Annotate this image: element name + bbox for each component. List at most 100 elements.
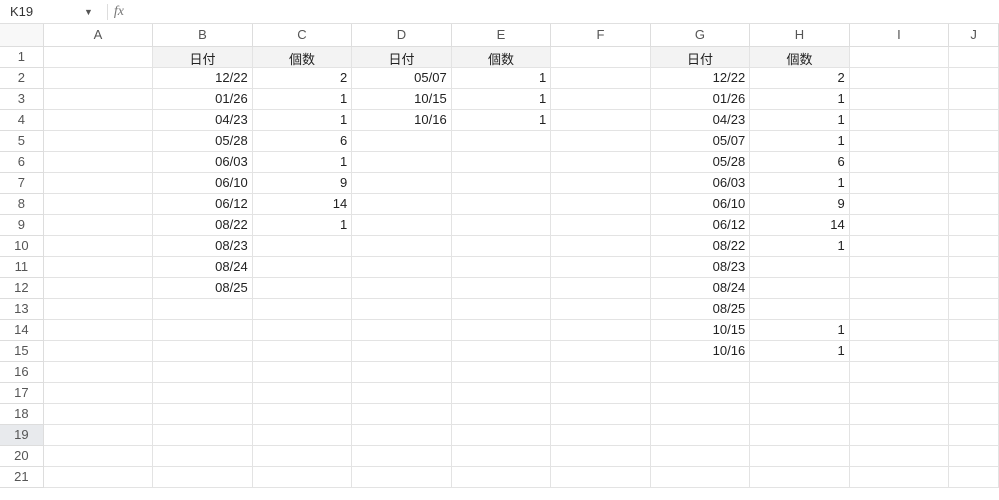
row-header-18[interactable]: 18 bbox=[0, 404, 44, 425]
cell-I5[interactable] bbox=[850, 131, 950, 152]
cell-C14[interactable] bbox=[253, 320, 353, 341]
cell-H11[interactable] bbox=[750, 257, 850, 278]
cell-A2[interactable] bbox=[44, 68, 153, 89]
column-header-C[interactable]: C bbox=[253, 24, 353, 47]
cell-E18[interactable] bbox=[452, 404, 552, 425]
cell-J7[interactable] bbox=[949, 173, 999, 194]
cell-A1[interactable] bbox=[44, 47, 153, 68]
row-header-4[interactable]: 4 bbox=[0, 110, 44, 131]
cell-J3[interactable] bbox=[949, 89, 999, 110]
row-header-13[interactable]: 13 bbox=[0, 299, 44, 320]
cell-J18[interactable] bbox=[949, 404, 999, 425]
cell-D2[interactable]: 05/07 bbox=[352, 68, 452, 89]
cell-J15[interactable] bbox=[949, 341, 999, 362]
cell-F21[interactable] bbox=[551, 467, 651, 488]
cell-H1[interactable]: 個数 bbox=[750, 47, 850, 68]
cell-I1[interactable] bbox=[850, 47, 950, 68]
cell-C20[interactable] bbox=[253, 446, 353, 467]
cell-E17[interactable] bbox=[452, 383, 552, 404]
cell-B3[interactable]: 01/26 bbox=[153, 89, 253, 110]
cell-G12[interactable]: 08/24 bbox=[651, 278, 751, 299]
cell-I2[interactable] bbox=[850, 68, 950, 89]
cell-D6[interactable] bbox=[352, 152, 452, 173]
cell-H9[interactable]: 14 bbox=[750, 215, 850, 236]
cell-H17[interactable] bbox=[750, 383, 850, 404]
cell-A11[interactable] bbox=[44, 257, 153, 278]
cell-H21[interactable] bbox=[750, 467, 850, 488]
cell-J13[interactable] bbox=[949, 299, 999, 320]
cell-I9[interactable] bbox=[850, 215, 950, 236]
cell-J20[interactable] bbox=[949, 446, 999, 467]
cell-C9[interactable]: 1 bbox=[253, 215, 353, 236]
cell-C11[interactable] bbox=[253, 257, 353, 278]
cell-F17[interactable] bbox=[551, 383, 651, 404]
cell-H7[interactable]: 1 bbox=[750, 173, 850, 194]
cell-B4[interactable]: 04/23 bbox=[153, 110, 253, 131]
cell-G13[interactable]: 08/25 bbox=[651, 299, 751, 320]
cell-J16[interactable] bbox=[949, 362, 999, 383]
cell-B18[interactable] bbox=[153, 404, 253, 425]
column-header-I[interactable]: I bbox=[850, 24, 950, 47]
cell-I8[interactable] bbox=[850, 194, 950, 215]
cell-A19[interactable] bbox=[44, 425, 153, 446]
cell-D18[interactable] bbox=[352, 404, 452, 425]
cell-C3[interactable]: 1 bbox=[253, 89, 353, 110]
cell-I14[interactable] bbox=[850, 320, 950, 341]
column-header-D[interactable]: D bbox=[352, 24, 452, 47]
cell-I16[interactable] bbox=[850, 362, 950, 383]
cell-C18[interactable] bbox=[253, 404, 353, 425]
cell-E9[interactable] bbox=[452, 215, 552, 236]
cell-D21[interactable] bbox=[352, 467, 452, 488]
cell-G10[interactable]: 08/22 bbox=[651, 236, 751, 257]
cell-E12[interactable] bbox=[452, 278, 552, 299]
cell-G1[interactable]: 日付 bbox=[651, 47, 751, 68]
cell-D19[interactable] bbox=[352, 425, 452, 446]
row-header-12[interactable]: 12 bbox=[0, 278, 44, 299]
cell-D3[interactable]: 10/15 bbox=[352, 89, 452, 110]
cell-C4[interactable]: 1 bbox=[253, 110, 353, 131]
cell-H4[interactable]: 1 bbox=[750, 110, 850, 131]
cell-D17[interactable] bbox=[352, 383, 452, 404]
cell-I4[interactable] bbox=[850, 110, 950, 131]
cell-H19[interactable] bbox=[750, 425, 850, 446]
cell-E21[interactable] bbox=[452, 467, 552, 488]
cell-D9[interactable] bbox=[352, 215, 452, 236]
cell-C21[interactable] bbox=[253, 467, 353, 488]
cell-I7[interactable] bbox=[850, 173, 950, 194]
cell-B14[interactable] bbox=[153, 320, 253, 341]
name-box-input[interactable] bbox=[6, 2, 84, 22]
cell-I3[interactable] bbox=[850, 89, 950, 110]
cell-G19[interactable] bbox=[651, 425, 751, 446]
cell-I11[interactable] bbox=[850, 257, 950, 278]
spreadsheet-grid[interactable]: ABCDEFGHIJ 1日付個数日付個数日付個数212/22205/07112/… bbox=[0, 24, 999, 488]
cell-F14[interactable] bbox=[551, 320, 651, 341]
cell-F12[interactable] bbox=[551, 278, 651, 299]
cell-D12[interactable] bbox=[352, 278, 452, 299]
cell-H5[interactable]: 1 bbox=[750, 131, 850, 152]
cell-D13[interactable] bbox=[352, 299, 452, 320]
cell-F6[interactable] bbox=[551, 152, 651, 173]
cell-G16[interactable] bbox=[651, 362, 751, 383]
cell-C8[interactable]: 14 bbox=[253, 194, 353, 215]
cell-A16[interactable] bbox=[44, 362, 153, 383]
cell-F10[interactable] bbox=[551, 236, 651, 257]
cell-A15[interactable] bbox=[44, 341, 153, 362]
cell-E7[interactable] bbox=[452, 173, 552, 194]
cell-A18[interactable] bbox=[44, 404, 153, 425]
cell-E4[interactable]: 1 bbox=[452, 110, 552, 131]
cell-G11[interactable]: 08/23 bbox=[651, 257, 751, 278]
row-header-20[interactable]: 20 bbox=[0, 446, 44, 467]
cell-E2[interactable]: 1 bbox=[452, 68, 552, 89]
name-box-dropdown-icon[interactable]: ▼ bbox=[84, 7, 93, 17]
cell-A5[interactable] bbox=[44, 131, 153, 152]
cell-D1[interactable]: 日付 bbox=[352, 47, 452, 68]
cell-F1[interactable] bbox=[551, 47, 651, 68]
row-header-17[interactable]: 17 bbox=[0, 383, 44, 404]
row-header-15[interactable]: 15 bbox=[0, 341, 44, 362]
column-header-F[interactable]: F bbox=[551, 24, 651, 47]
cell-B5[interactable]: 05/28 bbox=[153, 131, 253, 152]
row-header-2[interactable]: 2 bbox=[0, 68, 44, 89]
cell-B17[interactable] bbox=[153, 383, 253, 404]
cell-B16[interactable] bbox=[153, 362, 253, 383]
cell-J11[interactable] bbox=[949, 257, 999, 278]
